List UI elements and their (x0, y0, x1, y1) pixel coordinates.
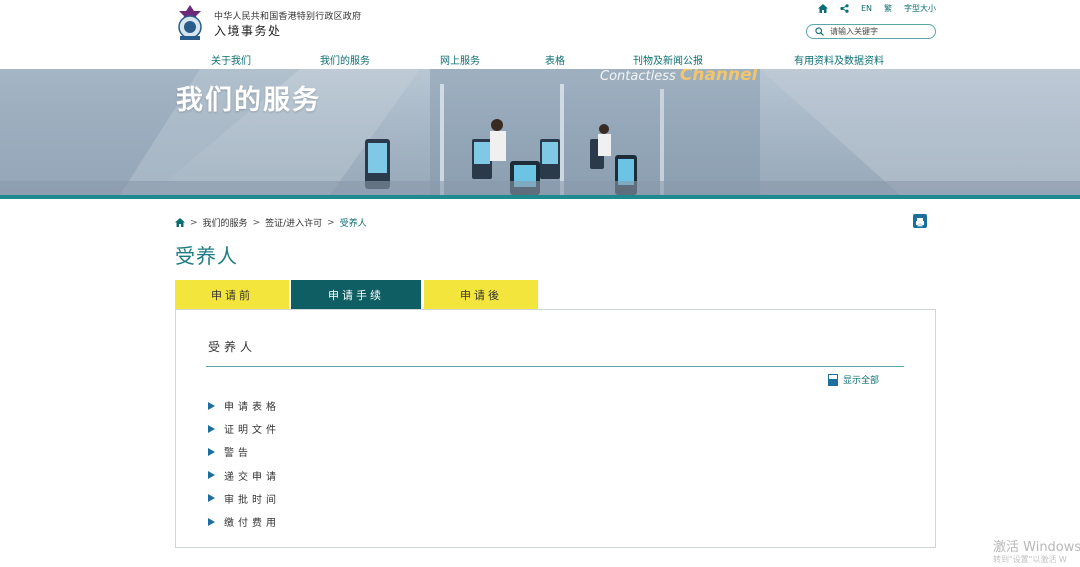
tab-after-application[interactable]: 申请後 (424, 280, 538, 310)
banner-background (0, 69, 1080, 195)
breadcrumb-separator: > (252, 217, 261, 228)
department-name[interactable]: 入境事务处 (214, 22, 282, 39)
accordion-item-label: 递交申请 (224, 471, 280, 483)
banner-sign: Contactless Channel (600, 69, 758, 85)
nav-online-services[interactable]: 网上服务 (440, 52, 480, 67)
show-all-label: 显示全部 (843, 376, 880, 386)
accordion-item-application-forms[interactable]: 申请表格 (208, 394, 280, 417)
nav-about-us[interactable]: 关于我们 (211, 52, 251, 67)
accordion-item-label: 缴付费用 (224, 518, 280, 530)
home-icon[interactable] (817, 4, 828, 13)
tab-application-procedure[interactable]: 申请手续 (291, 280, 421, 310)
content-panel: 受养人 显示全部 申请表格 证明文件 警告 递交申请 审批时间 缴付费用 (175, 309, 936, 548)
accordion-item-warning[interactable]: 警告 (208, 440, 280, 463)
home-icon[interactable] (175, 218, 185, 227)
expand-all-icon (828, 373, 838, 386)
banner-sign-text: Contactless (600, 69, 676, 84)
expand-arrow-icon (208, 517, 215, 526)
tab-before-application[interactable]: 申请前 (175, 280, 289, 310)
print-icon[interactable] (913, 214, 927, 228)
search-input[interactable] (830, 27, 930, 36)
page-title: 受养人 (175, 244, 238, 268)
accordion-list: 申请表格 证明文件 警告 递交申请 审批时间 缴付费用 (208, 394, 280, 533)
site-header: 中华人民共和国香港特别行政区政府 入境事务处 EN 繁 字型大小 关于我们 我们… (0, 0, 1080, 69)
banner-title: 我们的服务 (176, 85, 321, 116)
expand-arrow-icon (208, 494, 215, 503)
accordion-item-processing-time[interactable]: 审批时间 (208, 487, 280, 510)
accordion-item-label: 警告 (224, 448, 252, 460)
breadcrumb-separator: > (327, 217, 335, 228)
windows-activation-hint: 转到"设置"以激活 W (993, 555, 1067, 564)
breadcrumb-separator: > (190, 217, 198, 228)
accordion-item-fees[interactable]: 缴付费用 (208, 510, 280, 533)
government-name: 中华人民共和国香港特别行政区政府 (214, 12, 362, 22)
search-box (806, 24, 936, 39)
breadcrumb-current: 受养人 (339, 219, 367, 229)
share-icon[interactable] (840, 4, 849, 13)
nav-our-services[interactable]: 我们的服务 (320, 52, 370, 67)
accordion-item-label: 申请表格 (224, 402, 280, 414)
language-en-link[interactable]: EN (861, 4, 872, 13)
breadcrumb: > 我们的服务 > 签证/进入许可 > 受养人 (175, 216, 367, 229)
accordion-item-supporting-documents[interactable]: 证明文件 (208, 417, 280, 440)
search-icon[interactable] (815, 27, 824, 36)
accordion-item-label: 审批时间 (224, 494, 280, 506)
nav-useful-info[interactable]: 有用资料及数据资料 (794, 52, 884, 67)
banner-divider (0, 195, 1080, 199)
accordion-item-label: 证明文件 (224, 425, 280, 437)
banner-image: Contactless Channel 我们的服务 (0, 69, 1080, 195)
expand-arrow-icon (208, 471, 215, 480)
language-traditional-link[interactable]: 繁 (884, 3, 892, 14)
utility-bar: EN 繁 字型大小 (817, 3, 936, 14)
windows-activation-watermark: 激活 Windows (993, 540, 1080, 555)
expand-arrow-icon (208, 424, 215, 433)
main-nav: 关于我们 我们的服务 网上服务 表格 刊物及新闻公报 有用资料及数据资料 (0, 52, 1080, 68)
expand-arrow-icon (208, 447, 215, 456)
accordion-item-submission[interactable]: 递交申请 (208, 464, 280, 487)
panel-heading: 受养人 (208, 340, 257, 354)
immigration-department-logo[interactable] (174, 3, 206, 41)
font-size-control[interactable]: 字型大小 (904, 3, 936, 14)
nav-forms[interactable]: 表格 (545, 52, 565, 67)
breadcrumb-visa-entry-permit[interactable]: 签证/进入许可 (265, 216, 322, 229)
breadcrumb-our-services[interactable]: 我们的服务 (203, 216, 248, 229)
expand-arrow-icon (208, 401, 215, 410)
nav-publications-press[interactable]: 刊物及新闻公报 (633, 52, 703, 67)
panel-divider (206, 366, 904, 367)
banner-sign-brand: Channel (679, 69, 758, 85)
show-all-toggle[interactable]: 显示全部 (828, 373, 879, 386)
